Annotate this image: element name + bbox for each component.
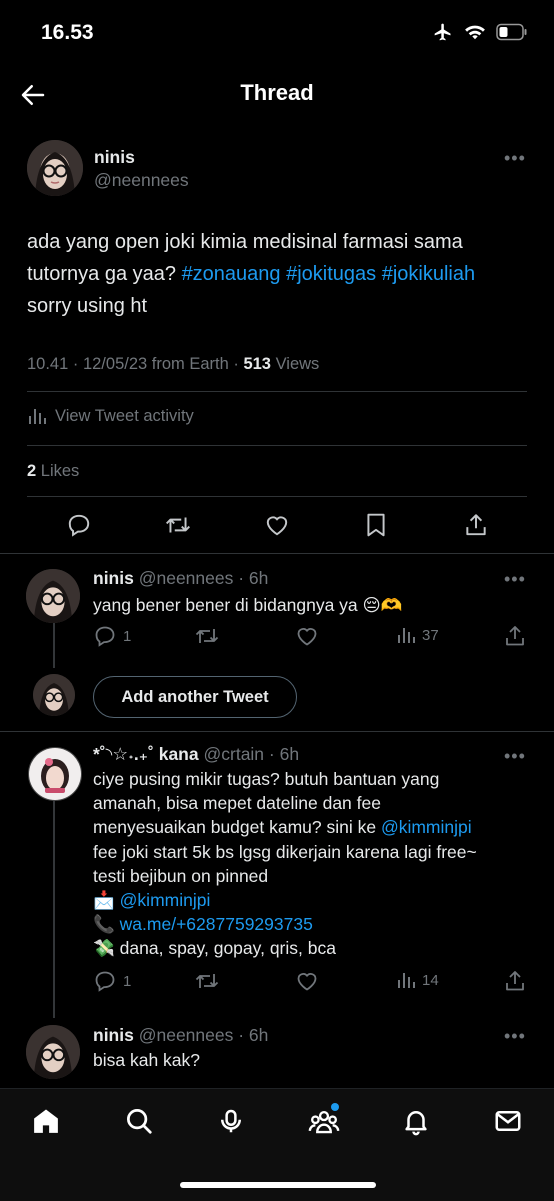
- phone-emoji: 📞: [93, 914, 115, 935]
- reply-text-fragment: menyesuaikan budget kamu? sini ke: [93, 817, 381, 838]
- more-options-icon[interactable]: •••: [504, 148, 526, 169]
- like-icon[interactable]: [295, 969, 319, 993]
- reply-text-line: testi bejibun on pinned: [93, 865, 269, 886]
- tweet-text: ada yang open joki kimia medisinal farma…: [27, 226, 532, 322]
- author-name[interactable]: ninis: [94, 147, 135, 168]
- reply-header: ninis @neennees · 6h: [93, 1025, 268, 1046]
- retweet-icon[interactable]: [194, 624, 220, 648]
- tweet-timestamp: 10.41 · 12/05/23 from Earth ·: [27, 355, 244, 373]
- author-name[interactable]: *˚◝☆˖.₊˚ kana: [93, 744, 199, 764]
- thread-line: [53, 800, 55, 1018]
- hashtag-link[interactable]: #jokikuliah: [382, 263, 475, 285]
- avatar[interactable]: [28, 747, 82, 801]
- like-icon[interactable]: [295, 624, 319, 648]
- retweet-icon[interactable]: [164, 512, 192, 538]
- views-action[interactable]: 14: [396, 969, 439, 991]
- thread-line: [53, 622, 55, 668]
- payment-methods: dana, spay, gopay, qris, bca: [119, 938, 336, 959]
- views-action[interactable]: 37: [396, 624, 439, 646]
- share-icon[interactable]: [503, 969, 527, 993]
- avatar[interactable]: [26, 1025, 80, 1079]
- divider: [0, 731, 554, 732]
- more-options-icon[interactable]: •••: [504, 746, 526, 767]
- author-handle[interactable]: @neennees: [94, 170, 189, 191]
- reply-text: bisa kah kak?: [93, 1050, 201, 1070]
- author-handle[interactable]: @neennees · 6h: [139, 568, 269, 588]
- new-activity-badge: [331, 1103, 339, 1111]
- reply-text-line: amanah, bisa mepet dateline dan fee: [93, 793, 381, 814]
- whatsapp-link[interactable]: wa.me/+6287759293735: [120, 914, 313, 934]
- reply-action[interactable]: 1: [93, 624, 131, 648]
- battery-icon: [496, 23, 528, 41]
- author-name[interactable]: ninis: [93, 568, 134, 588]
- notifications-icon[interactable]: [401, 1106, 431, 1136]
- likes-label: Likes: [40, 462, 80, 480]
- share-icon[interactable]: [463, 512, 489, 538]
- status-icons: [432, 22, 528, 42]
- reply-action[interactable]: 1: [93, 969, 131, 993]
- share-icon[interactable]: [503, 624, 527, 648]
- views-count: 14: [422, 971, 439, 989]
- home-indicator: [180, 1182, 376, 1188]
- more-options-icon[interactable]: •••: [504, 569, 526, 590]
- tweet-text-tail: sorry using ht: [27, 295, 148, 317]
- reply-text-line: fee joki start 5k bs lgsg dikerjain kare…: [93, 841, 477, 862]
- likes-summary[interactable]: 2 Likes: [27, 462, 79, 481]
- avatar[interactable]: [27, 140, 83, 196]
- money-emoji: 💸: [93, 938, 115, 959]
- reply-header: *˚◝☆˖.₊˚ kana @crtain · 6h: [93, 744, 299, 765]
- author-name[interactable]: ninis: [93, 1025, 134, 1045]
- reply-text-line: 📩 @kimminjpi: [93, 888, 533, 912]
- avatar[interactable]: [33, 674, 75, 716]
- reply-count: 1: [123, 972, 132, 990]
- views-label: Views: [275, 355, 320, 373]
- tweet-meta: 10.41 · 12/05/23 from Earth · 513 Views: [27, 355, 319, 374]
- mail-emoji: 📩: [93, 890, 115, 911]
- analytics-icon: [396, 624, 416, 646]
- add-another-tweet-button[interactable]: Add another Tweet: [93, 676, 297, 718]
- reply-text-line: menyesuaikan budget kamu? sini ke @kimmi…: [93, 815, 533, 839]
- bookmark-icon[interactable]: [364, 512, 388, 538]
- status-time: 16.53: [41, 21, 94, 44]
- reply-icon[interactable]: [66, 512, 92, 538]
- divider: [27, 445, 527, 446]
- views-count: 37: [422, 626, 439, 644]
- more-options-icon[interactable]: •••: [504, 1026, 526, 1047]
- divider: [0, 553, 554, 554]
- reply-text-line: 💸 dana, spay, gopay, qris, bca: [93, 936, 533, 960]
- spaces-icon[interactable]: [216, 1106, 246, 1136]
- airplane-mode-icon: [432, 22, 454, 42]
- avatar[interactable]: [26, 569, 80, 623]
- author-handle[interactable]: @crtain · 6h: [203, 744, 299, 764]
- reply-text-line: ciye pusing mikir tugas? butuh bantuan y…: [93, 769, 440, 789]
- view-tweet-activity-label: View Tweet activity: [55, 406, 194, 425]
- hashtag-link[interactable]: #jokitugas: [286, 263, 376, 285]
- reply-text: yang bener bener di bidangnya ya 😔🫶: [93, 595, 403, 615]
- divider: [27, 496, 527, 497]
- analytics-icon: [396, 969, 416, 991]
- view-tweet-activity[interactable]: View Tweet activity: [27, 406, 194, 426]
- reply-icon: [93, 969, 117, 993]
- analytics-icon: [27, 406, 47, 426]
- reply-text: ciye pusing mikir tugas? butuh bantuan y…: [93, 767, 533, 961]
- search-icon[interactable]: [124, 1106, 154, 1136]
- home-icon[interactable]: [31, 1106, 61, 1136]
- views-count: 513: [243, 355, 271, 373]
- wifi-icon: [464, 23, 486, 41]
- hashtag-link[interactable]: #zonauang: [182, 263, 281, 285]
- reply-text-line: 📞 wa.me/+6287759293735: [93, 912, 533, 936]
- like-icon[interactable]: [264, 512, 290, 538]
- reply-icon: [93, 624, 117, 648]
- divider: [27, 391, 527, 392]
- messages-icon[interactable]: [493, 1106, 523, 1136]
- mention-link[interactable]: @kimminjpi: [120, 890, 211, 910]
- retweet-icon[interactable]: [194, 969, 220, 993]
- reply-header: ninis @neennees · 6h: [93, 568, 268, 589]
- reply-count: 1: [123, 627, 132, 645]
- mention-link[interactable]: @kimminjpi: [381, 817, 472, 837]
- author-handle[interactable]: @neennees · 6h: [139, 1025, 269, 1045]
- likes-count: 2: [27, 462, 37, 480]
- page-title: Thread: [240, 80, 314, 105]
